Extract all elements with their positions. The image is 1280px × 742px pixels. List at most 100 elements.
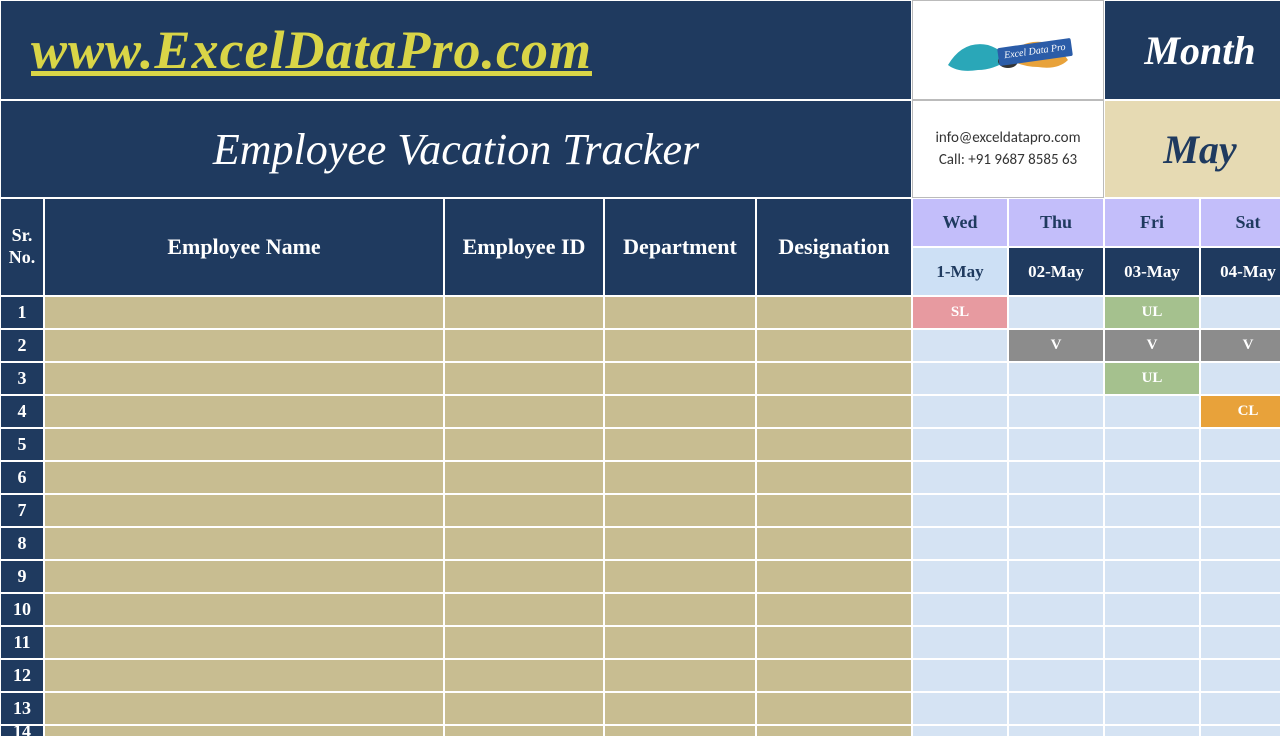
- calendar-cell[interactable]: [1008, 494, 1104, 527]
- calendar-cell[interactable]: [912, 560, 1008, 593]
- employee-cell[interactable]: [604, 560, 756, 593]
- employee-cell[interactable]: [444, 659, 604, 692]
- employee-cell[interactable]: [756, 659, 912, 692]
- calendar-cell[interactable]: [1104, 593, 1200, 626]
- calendar-cell[interactable]: [1104, 725, 1200, 737]
- employee-cell[interactable]: [604, 725, 756, 737]
- calendar-cell[interactable]: V: [1104, 329, 1200, 362]
- calendar-cell[interactable]: [1200, 725, 1280, 737]
- employee-cell[interactable]: [756, 494, 912, 527]
- calendar-cell[interactable]: [912, 395, 1008, 428]
- calendar-cell[interactable]: [1104, 560, 1200, 593]
- employee-cell[interactable]: [444, 626, 604, 659]
- employee-cell[interactable]: [44, 296, 444, 329]
- employee-cell[interactable]: [444, 296, 604, 329]
- employee-cell[interactable]: [756, 461, 912, 494]
- employee-cell[interactable]: [604, 659, 756, 692]
- calendar-cell[interactable]: [1008, 296, 1104, 329]
- calendar-cell[interactable]: [1200, 494, 1280, 527]
- calendar-cell[interactable]: V: [1008, 329, 1104, 362]
- calendar-cell[interactable]: [1104, 692, 1200, 725]
- employee-cell[interactable]: [444, 362, 604, 395]
- calendar-cell[interactable]: [1104, 527, 1200, 560]
- calendar-cell[interactable]: [1104, 494, 1200, 527]
- employee-cell[interactable]: [44, 494, 444, 527]
- calendar-cell[interactable]: [1008, 395, 1104, 428]
- employee-cell[interactable]: [44, 593, 444, 626]
- calendar-cell[interactable]: [1008, 692, 1104, 725]
- employee-cell[interactable]: [756, 296, 912, 329]
- calendar-cell[interactable]: [1104, 626, 1200, 659]
- employee-cell[interactable]: [604, 362, 756, 395]
- employee-cell[interactable]: [756, 626, 912, 659]
- employee-cell[interactable]: [44, 560, 444, 593]
- employee-cell[interactable]: [756, 593, 912, 626]
- calendar-cell[interactable]: [912, 461, 1008, 494]
- calendar-cell[interactable]: [1200, 461, 1280, 494]
- employee-cell[interactable]: [44, 461, 444, 494]
- employee-cell[interactable]: [604, 296, 756, 329]
- employee-cell[interactable]: [444, 527, 604, 560]
- employee-cell[interactable]: [756, 560, 912, 593]
- calendar-cell[interactable]: [912, 527, 1008, 560]
- employee-cell[interactable]: [604, 527, 756, 560]
- employee-cell[interactable]: [604, 329, 756, 362]
- calendar-cell[interactable]: [1200, 527, 1280, 560]
- employee-cell[interactable]: [444, 395, 604, 428]
- calendar-cell[interactable]: [1008, 428, 1104, 461]
- calendar-cell[interactable]: [912, 659, 1008, 692]
- calendar-cell[interactable]: [1008, 593, 1104, 626]
- employee-cell[interactable]: [44, 362, 444, 395]
- calendar-cell[interactable]: [912, 362, 1008, 395]
- employee-cell[interactable]: [444, 593, 604, 626]
- calendar-cell[interactable]: V: [1200, 329, 1280, 362]
- employee-cell[interactable]: [604, 593, 756, 626]
- calendar-cell[interactable]: [1104, 428, 1200, 461]
- calendar-cell[interactable]: [1200, 659, 1280, 692]
- calendar-cell[interactable]: [912, 626, 1008, 659]
- calendar-cell[interactable]: [1104, 659, 1200, 692]
- employee-cell[interactable]: [756, 329, 912, 362]
- calendar-cell[interactable]: [912, 494, 1008, 527]
- calendar-cell[interactable]: [912, 725, 1008, 737]
- employee-cell[interactable]: [444, 494, 604, 527]
- calendar-cell[interactable]: [1200, 593, 1280, 626]
- calendar-cell[interactable]: [1200, 626, 1280, 659]
- employee-cell[interactable]: [44, 329, 444, 362]
- employee-cell[interactable]: [756, 725, 912, 737]
- employee-cell[interactable]: [604, 626, 756, 659]
- employee-cell[interactable]: [604, 428, 756, 461]
- calendar-cell[interactable]: [1104, 395, 1200, 428]
- calendar-cell[interactable]: [1104, 461, 1200, 494]
- employee-cell[interactable]: [444, 428, 604, 461]
- calendar-cell[interactable]: UL: [1104, 362, 1200, 395]
- calendar-cell[interactable]: [1200, 296, 1280, 329]
- calendar-cell[interactable]: [1008, 461, 1104, 494]
- calendar-cell[interactable]: [1008, 725, 1104, 737]
- employee-cell[interactable]: [44, 725, 444, 737]
- employee-cell[interactable]: [44, 395, 444, 428]
- employee-cell[interactable]: [604, 461, 756, 494]
- employee-cell[interactable]: [604, 494, 756, 527]
- employee-cell[interactable]: [44, 527, 444, 560]
- employee-cell[interactable]: [44, 428, 444, 461]
- employee-cell[interactable]: [444, 461, 604, 494]
- employee-cell[interactable]: [756, 527, 912, 560]
- calendar-cell[interactable]: [912, 329, 1008, 362]
- employee-cell[interactable]: [444, 692, 604, 725]
- calendar-cell[interactable]: UL: [1104, 296, 1200, 329]
- employee-cell[interactable]: [444, 329, 604, 362]
- calendar-cell[interactable]: [1008, 527, 1104, 560]
- employee-cell[interactable]: [604, 395, 756, 428]
- calendar-cell[interactable]: [1200, 428, 1280, 461]
- employee-cell[interactable]: [756, 362, 912, 395]
- calendar-cell[interactable]: [1200, 560, 1280, 593]
- calendar-cell[interactable]: [912, 692, 1008, 725]
- calendar-cell[interactable]: [1008, 626, 1104, 659]
- calendar-cell[interactable]: [1200, 362, 1280, 395]
- employee-cell[interactable]: [44, 659, 444, 692]
- calendar-cell[interactable]: [1008, 659, 1104, 692]
- employee-cell[interactable]: [756, 692, 912, 725]
- employee-cell[interactable]: [756, 395, 912, 428]
- calendar-cell[interactable]: [912, 593, 1008, 626]
